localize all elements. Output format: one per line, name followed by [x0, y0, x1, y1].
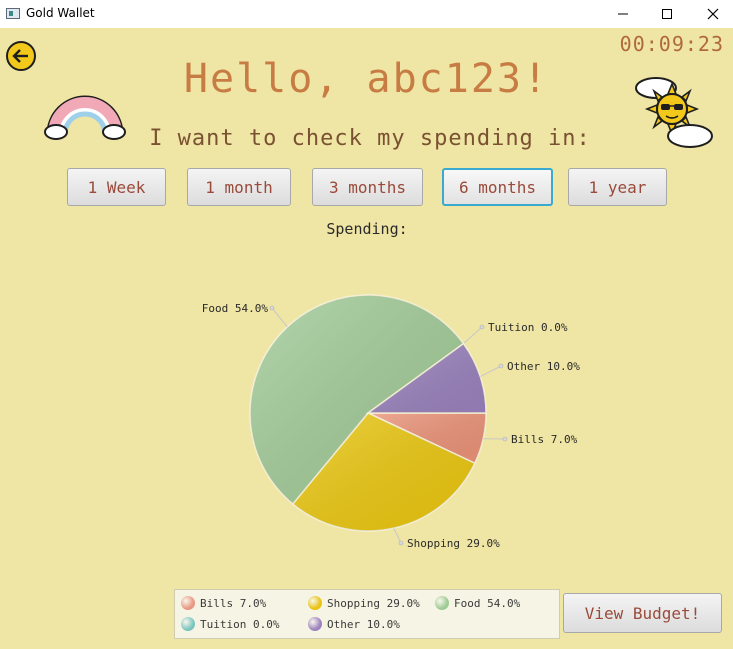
legend-swatch-tuition	[181, 617, 195, 631]
pie-label-bills: Bills 7.0%	[511, 433, 578, 446]
pie-leader-shopping	[393, 527, 402, 544]
pie-label-tuition: Tuition 0.0%	[488, 321, 568, 334]
close-button[interactable]	[690, 0, 733, 28]
pie-label-food: Food 54.0%	[202, 302, 269, 315]
app-window: Gold Wallet 00:09:23 Hello, abc123! I wa…	[0, 0, 733, 649]
legend-label-other: Other 10.0%	[327, 617, 400, 631]
legend-label-tuition: Tuition 0.0%	[200, 617, 280, 631]
pie-leader-other	[479, 365, 502, 377]
pie-leader-dot-food	[269, 305, 275, 311]
legend-item-tuition: Tuition 0.0%	[181, 617, 279, 631]
legend-swatch-food	[435, 596, 449, 610]
pie-leader-dot-bills	[502, 436, 508, 442]
window-title: Gold Wallet	[26, 6, 95, 20]
pie-leader-dot-shopping	[398, 540, 404, 546]
minimize-button[interactable]	[600, 0, 646, 28]
maximize-icon	[662, 9, 672, 19]
pie-label-other: Other 10.0%	[507, 360, 580, 373]
legend-item-food: Food 54.0%	[435, 596, 520, 610]
pie-leader-food	[271, 307, 288, 328]
minimize-icon	[618, 13, 628, 15]
pie-leader-dot-tuition	[479, 324, 485, 330]
legend-item-shopping: Shopping 29.0%	[308, 596, 420, 610]
close-icon	[707, 8, 719, 20]
pie-leader-dot-other	[498, 363, 504, 369]
legend-label-food: Food 54.0%	[454, 596, 521, 610]
legend-swatch-other	[308, 617, 322, 631]
spending-pie-chart: Bills 7.0% Shopping 29.0% Food 54.0% Tuitio…	[202, 294, 580, 550]
app-icon	[6, 8, 20, 19]
pie-label-shopping: Shopping 29.0%	[407, 537, 500, 550]
legend-item-bills: Bills 7.0%	[181, 596, 266, 610]
chart-legend: Bills 7.0% Shopping 29.0% Food 54.0% Tui…	[174, 589, 560, 639]
legend-item-other: Other 10.0%	[308, 617, 400, 631]
legend-swatch-shopping	[308, 596, 322, 610]
pie-leader-tuition	[463, 326, 483, 345]
title-bar: Gold Wallet	[0, 0, 733, 28]
maximize-button[interactable]	[644, 0, 690, 28]
legend-swatch-bills	[181, 596, 195, 610]
legend-label-bills: Bills 7.0%	[200, 596, 267, 610]
view-budget-button[interactable]: View Budget!	[563, 593, 722, 633]
main-panel: 00:09:23 Hello, abc123! I want to check …	[0, 28, 733, 649]
legend-label-shopping: Shopping 29.0%	[327, 596, 420, 610]
